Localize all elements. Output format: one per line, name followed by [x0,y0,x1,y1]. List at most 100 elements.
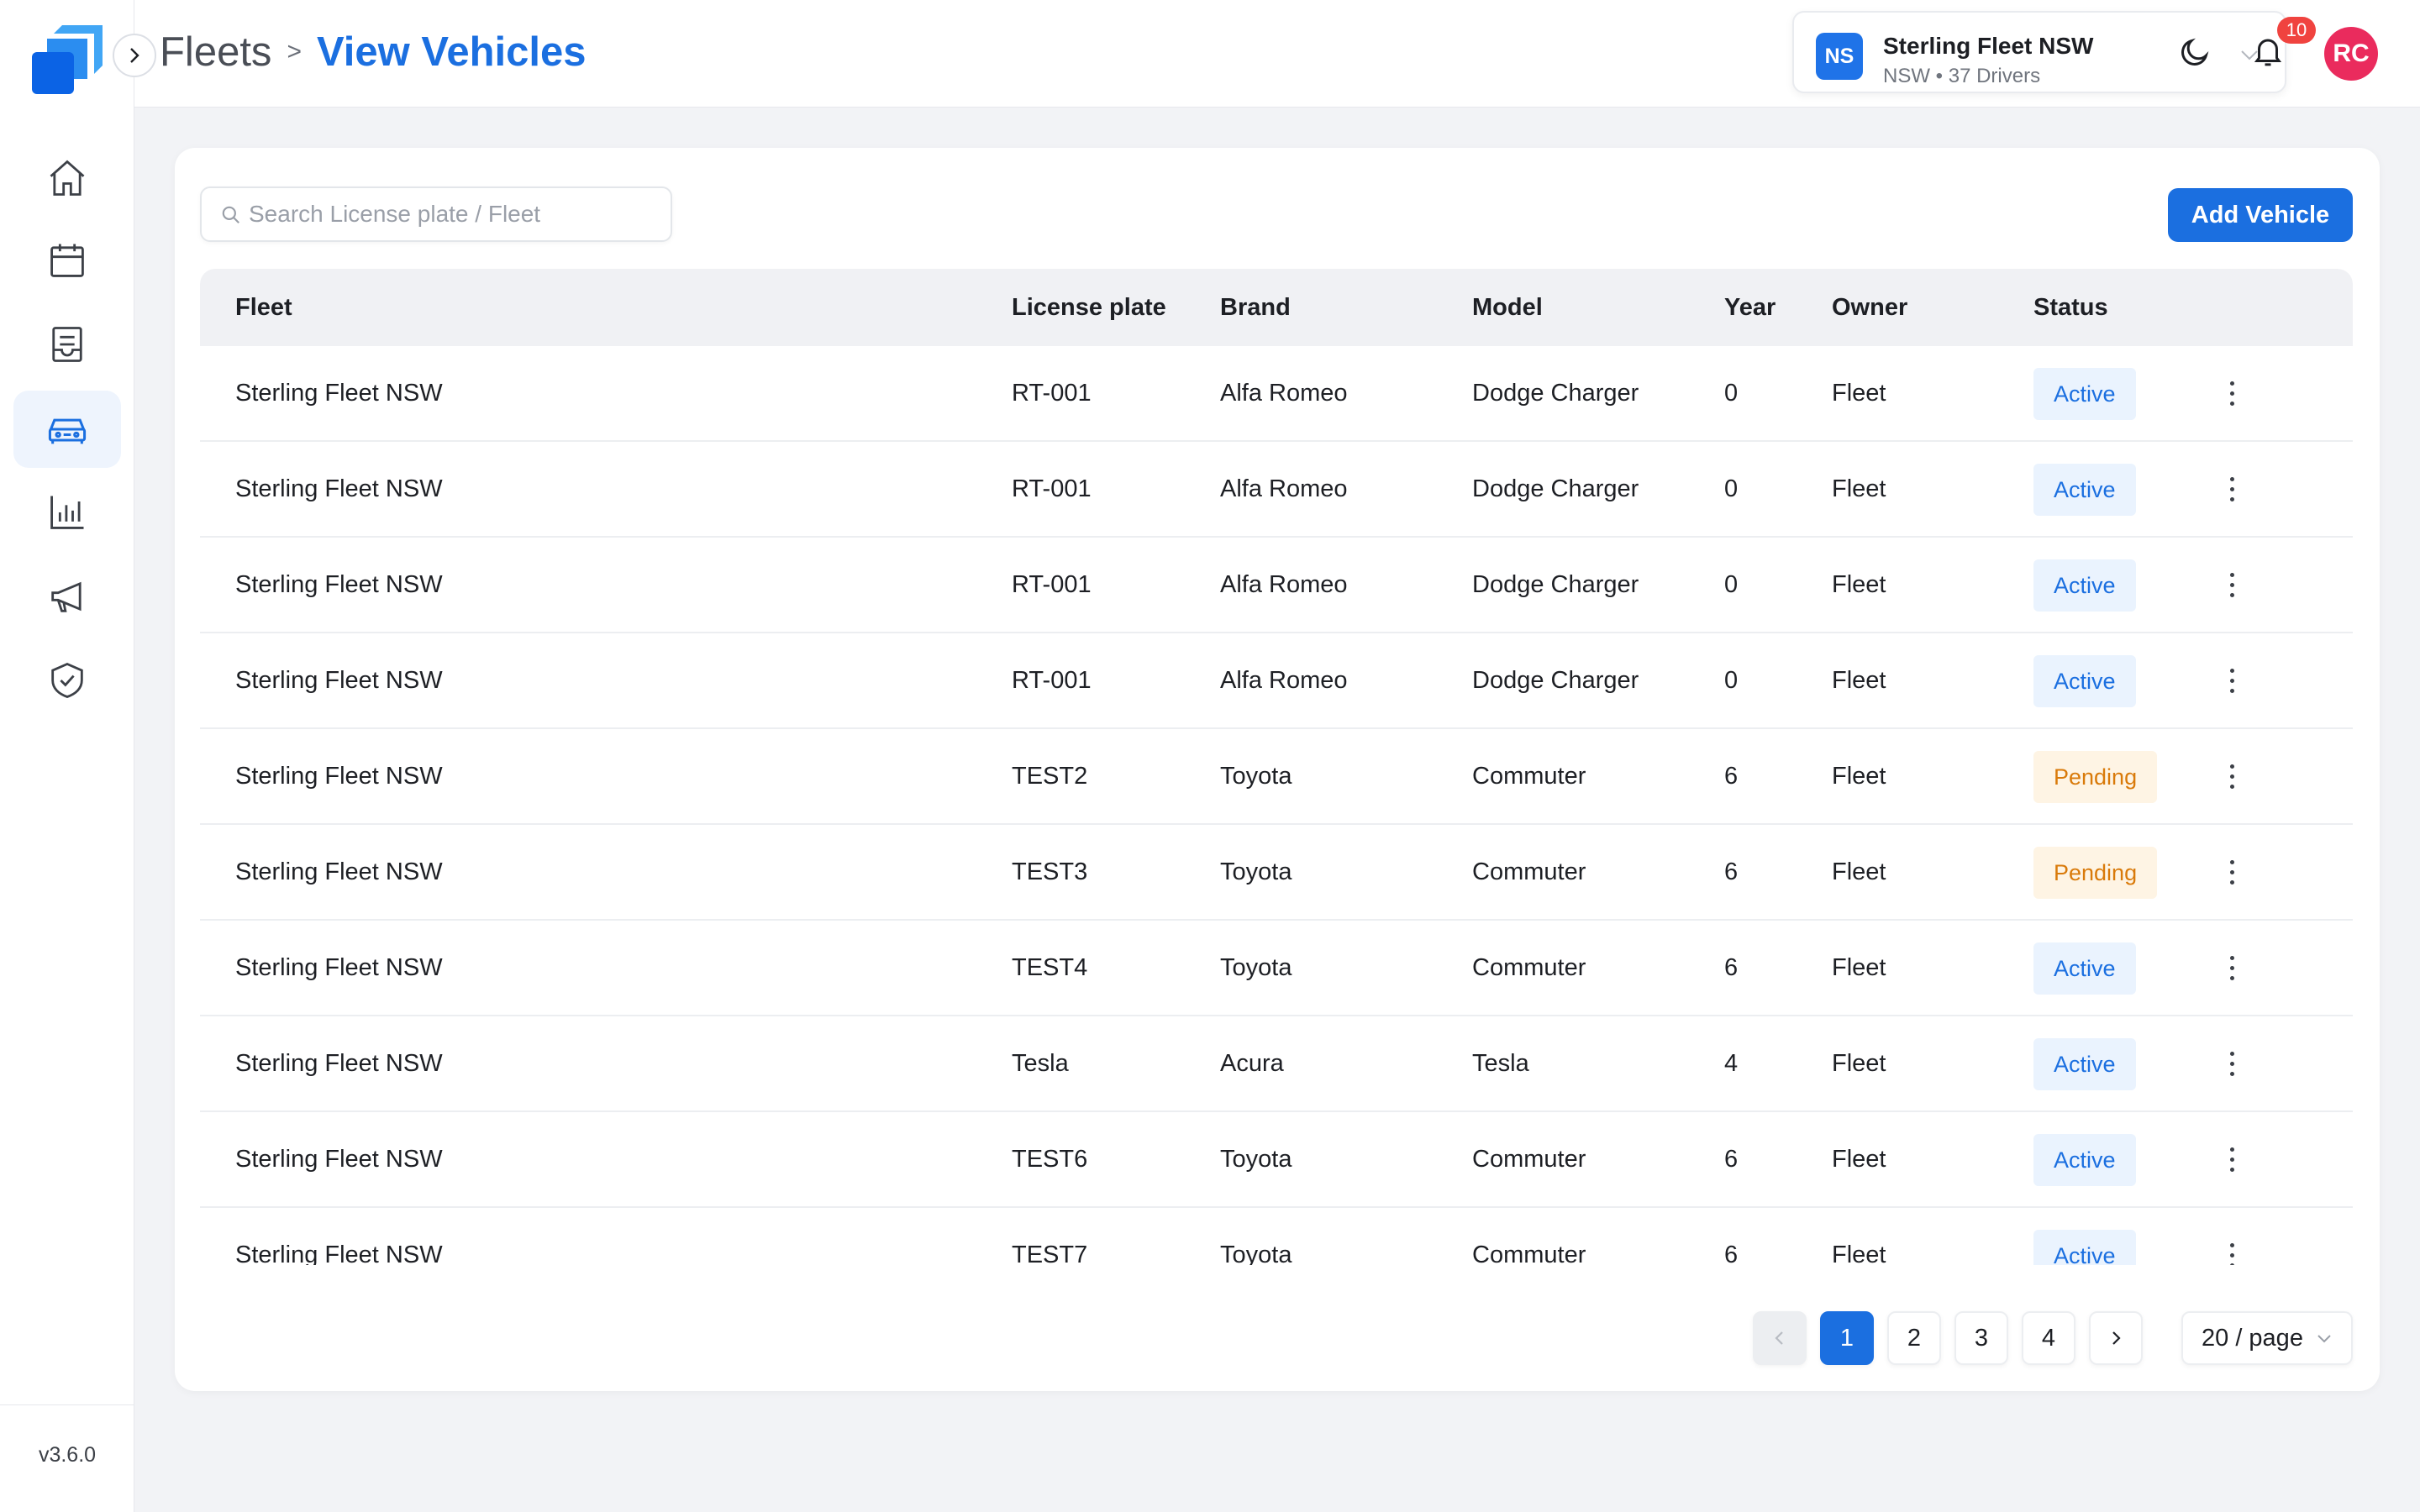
cell-brand: Toyota [1220,1146,1292,1173]
more-options-icon[interactable] [2223,1240,2240,1265]
cell-year: 0 [1724,667,1739,694]
cell-license-plate: RT-001 [1012,380,1092,407]
sidebar-item-reports[interactable] [13,474,121,551]
user-avatar[interactable]: RC [2324,27,2378,81]
sidebar-item-home[interactable] [13,139,121,217]
page-button-4[interactable]: 4 [2022,1311,2075,1365]
kebab-dot [2229,764,2234,769]
column-header-brand: Brand [1220,294,1291,321]
search-box[interactable] [200,186,672,242]
cell-fleet: Sterling Fleet NSW [235,475,443,502]
cell-fleet: Sterling Fleet NSW [235,571,443,598]
kebab-dot [2229,401,2234,406]
table-row[interactable]: Sterling Fleet NSW TEST6 Toyota Commuter 6 Fl… [200,1112,2353,1208]
page-button-2[interactable]: 2 [1887,1311,1941,1365]
more-options-icon[interactable] [2223,474,2240,504]
cell-year: 6 [1724,858,1739,885]
kebab-dot [2229,1252,2234,1257]
cell-brand: Alfa Romeo [1220,380,1348,407]
cell-year: 0 [1724,475,1739,502]
kebab-dot [2229,1061,2234,1066]
more-options-icon[interactable] [2223,665,2240,696]
search-input[interactable] [249,193,660,235]
kebab-dot [2229,1263,2234,1265]
search-icon [222,206,239,223]
dark-mode-icon[interactable] [2178,35,2212,69]
organization-switcher[interactable]: NS Sterling Fleet NSW NSW • 37 Drivers [1792,11,2286,93]
table-row[interactable]: Sterling Fleet NSW RT-001 Alfa Romeo Dodge … [200,538,2353,633]
more-options-icon[interactable] [2223,857,2240,887]
breadcrumb-fleets[interactable]: Fleets [160,29,271,76]
cell-owner: Fleet [1832,1146,1886,1173]
cell-fleet: Sterling Fleet NSW [235,1050,443,1077]
app-logo[interactable] [29,22,106,94]
notification-count-badge: 10 [2277,17,2316,44]
cell-model: Commuter [1472,1146,1586,1173]
table-row[interactable]: Sterling Fleet NSW TEST2 Toyota Commuter 6 Fl… [200,729,2353,825]
more-options-icon[interactable] [2223,570,2240,600]
sidebar-item-documents[interactable] [13,306,121,383]
status-badge: Pending [2033,847,2158,899]
kebab-dot [2229,784,2234,789]
table-row[interactable]: Sterling Fleet NSW RT-001 Alfa Romeo Dodge … [200,633,2353,729]
cell-brand: Toyota [1220,858,1292,885]
column-header-owner: Owner [1832,294,1908,321]
cell-brand: Toyota [1220,763,1292,790]
more-options-icon[interactable] [2223,1144,2240,1174]
cell-model: Dodge Charger [1472,571,1639,598]
sidebar-item-compliance[interactable] [13,642,121,719]
more-options-icon[interactable] [2223,953,2240,983]
sidebar-item-vehicles[interactable] [13,391,121,468]
cell-brand: Toyota [1220,954,1292,981]
cell-owner: Fleet [1832,667,1886,694]
kebab-dot [2229,774,2234,779]
next-page-button[interactable] [2089,1311,2143,1365]
chevron-right-icon [130,48,139,63]
kebab-dot [2229,965,2234,970]
more-options-icon[interactable] [2223,378,2240,408]
cell-fleet: Sterling Fleet NSW [235,1146,443,1173]
cell-model: Commuter [1472,954,1586,981]
page-button-1[interactable]: 1 [1820,1311,1874,1365]
page-button-3[interactable]: 3 [1954,1311,2008,1365]
cell-license-plate: RT-001 [1012,667,1092,694]
more-options-icon[interactable] [2223,1048,2240,1079]
cell-license-plate: TEST6 [1012,1146,1088,1173]
add-vehicle-button[interactable]: Add Vehicle [2168,188,2353,242]
table-row[interactable]: Sterling Fleet NSW TEST7 Toyota Commuter 6 Fl… [200,1208,2353,1265]
cell-license-plate: Tesla [1012,1050,1069,1077]
cell-year: 6 [1724,763,1739,790]
page-size-select[interactable]: 20 / page [2181,1311,2353,1365]
column-header-license-plate: License plate [1012,294,1166,321]
sidebar-item-calendar[interactable] [13,222,121,299]
kebab-dot [2229,1167,2234,1172]
kebab-dot [2229,1157,2234,1162]
kebab-dot [2229,391,2234,396]
kebab-dot [2229,1147,2234,1152]
sidebar-item-announcements[interactable] [13,558,121,635]
sidebar: v3.6.0 [0,0,134,1512]
cell-owner: Fleet [1832,858,1886,885]
status-badge: Active [2033,464,2136,516]
kebab-dot [2229,381,2234,386]
table-row[interactable]: Sterling Fleet NSW TEST4 Toyota Commuter 6 Fl… [200,921,2353,1016]
page-size-value: 20 / page [2202,1324,2303,1352]
cell-model: Commuter [1472,1242,1586,1265]
sidebar-toggle-button[interactable] [113,34,156,77]
kebab-dot [2229,1242,2234,1247]
cell-year: 0 [1724,571,1739,598]
column-header-year: Year [1724,294,1776,321]
previous-page-button[interactable] [1753,1311,1807,1365]
status-badge: Active [2033,1230,2136,1265]
page-title: View Vehicles [316,29,587,75]
table-row[interactable]: Sterling Fleet NSW TEST3 Toyota Commuter 6 Fl… [200,825,2353,921]
table-row[interactable]: Sterling Fleet NSW Tesla Acura Tesla 4 Fleet A… [200,1016,2353,1112]
table-row[interactable]: Sterling Fleet NSW RT-001 Alfa Romeo Dodge … [200,442,2353,538]
kebab-dot [2229,678,2234,683]
cell-owner: Fleet [1832,1050,1886,1077]
status-badge: Active [2033,942,2136,995]
more-options-icon[interactable] [2223,761,2240,791]
table-row[interactable]: Sterling Fleet NSW RT-001 Alfa Romeo Dodge … [200,346,2353,442]
cell-fleet: Sterling Fleet NSW [235,763,443,790]
cell-model: Dodge Charger [1472,667,1639,694]
